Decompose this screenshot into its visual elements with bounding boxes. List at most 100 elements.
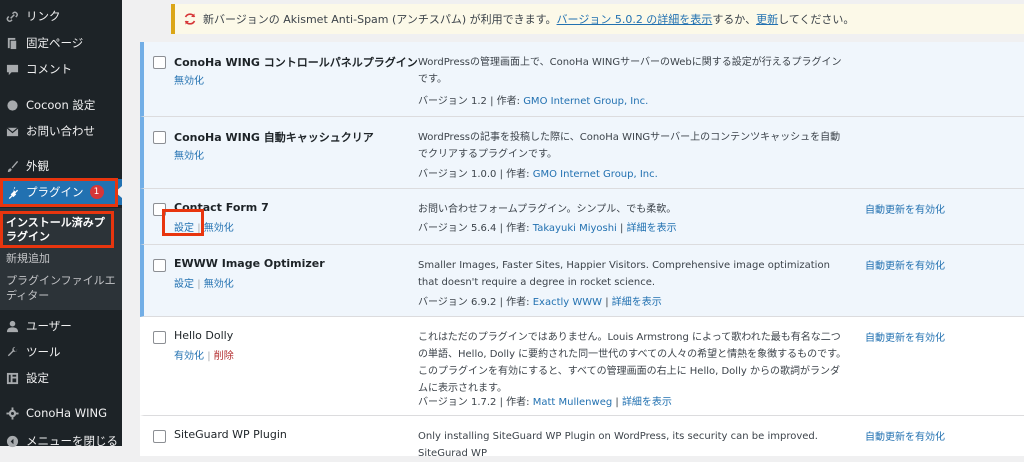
author-link[interactable]: GMO Internet Group, Inc. <box>533 169 658 180</box>
plugin-meta: バージョン 1.7.2 | 作者: Matt Mullenweg | 詳細を表示 <box>418 397 672 408</box>
plugin-actions: 設定 | 無効化 <box>174 279 234 290</box>
menu-links[interactable]: リンク <box>0 3 122 29</box>
plugin-version: バージョン 1.7.2 <box>418 397 497 408</box>
plugin-description: これはただのプラグインではありません。Louis Armstrong によって歌… <box>418 332 847 394</box>
mail-icon <box>5 124 19 138</box>
plugin-description: WordPressの記事を投稿した際に、ConoHa WINGサーバー上のコンテ… <box>418 132 841 160</box>
menu-comments[interactable]: コメント <box>0 56 122 82</box>
plugin-version: バージョン 1.0.0 <box>418 169 497 180</box>
menu-users[interactable]: ユーザー <box>0 313 122 339</box>
plugin-version: バージョン 1.2 <box>418 96 487 107</box>
menu-label: ツール <box>26 345 61 359</box>
plugin-meta: バージョン 5.6.4 | 作者: Takayuki Miyoshi | 詳細を… <box>418 223 677 234</box>
view-details-link[interactable]: 詳細を表示 <box>622 397 672 408</box>
highlight-box-installed <box>0 211 114 248</box>
plugin-name: ConoHa WING 自動キャッシュクリア <box>174 131 374 144</box>
menu-label: Cocoon 設定 <box>26 98 96 112</box>
author-link[interactable]: GMO Internet Group, Inc. <box>523 96 648 107</box>
menu-tools[interactable]: ツール <box>0 339 122 365</box>
plugin-version: バージョン 6.9.2 <box>418 297 497 308</box>
plugin-row: ConoHa WING 自動キャッシュクリア 無効化 WordPressの記事を… <box>140 117 1024 189</box>
author-link[interactable]: Takayuki Miyoshi <box>533 223 617 234</box>
enable-auto-update-link[interactable]: 自動更新を有効化 <box>865 428 945 443</box>
author-link[interactable]: Matt Mullenweg <box>533 397 612 408</box>
notice-text: 新バージョンの Akismet Anti-Spam (アンチスパム) が利用でき… <box>203 13 557 26</box>
view-version-details-link[interactable]: バージョン 5.0.2 の詳細を表示 <box>557 11 713 27</box>
plugin-actions: 無効化 <box>174 147 204 162</box>
submenu-plugin-editor[interactable]: プラグインファイルエディター <box>6 273 118 303</box>
plugin-name: EWWW Image Optimizer <box>174 257 325 270</box>
author-label: 作者: <box>496 96 520 107</box>
plugin-meta: バージョン 1.0.0 | 作者: GMO Internet Group, In… <box>418 169 658 180</box>
menu-conoha-wing[interactable]: ConoHa WING <box>0 400 122 426</box>
menu-label: 外観 <box>26 159 49 173</box>
plugin-description: WordPressの管理画面上で、ConoHa WINGサーバーのWebに関する… <box>418 57 842 85</box>
menu-label: 設定 <box>26 371 49 385</box>
highlight-box-settings <box>162 209 204 236</box>
menu-label: ConoHa WING <box>26 406 108 420</box>
plugin-meta: バージョン 6.9.2 | 作者: Exactly WWW | 詳細を表示 <box>418 297 662 308</box>
plugin-checkbox[interactable] <box>153 331 166 344</box>
notice-text: してください。 <box>778 13 855 26</box>
plugin-description: Smaller Images, Faster Sites, Happier Vi… <box>418 260 830 288</box>
plugin-version: バージョン 5.6.4 <box>418 223 497 234</box>
menu-label: ユーザー <box>26 319 72 333</box>
plugin-checkbox[interactable] <box>153 56 166 69</box>
author-label: 作者: <box>506 223 530 234</box>
menu-label: コメント <box>26 62 72 76</box>
plugin-description: お問い合わせフォームプラグイン。シンプル、でも柔軟。 <box>418 204 677 215</box>
plugin-name: SiteGuard WP Plugin <box>174 428 287 441</box>
user-icon <box>5 319 19 333</box>
page-icon <box>5 36 19 50</box>
admin-sidebar: リンク 固定ページ コメント Cocoon 設定 お問い合わせ 外観 プラグイン… <box>0 0 122 448</box>
author-label: 作者: <box>506 397 530 408</box>
enable-auto-update-link[interactable]: 自動更新を有効化 <box>865 201 945 216</box>
settings-icon <box>5 371 19 385</box>
author-label: 作者: <box>506 169 530 180</box>
view-details-link[interactable]: 詳細を表示 <box>612 297 662 308</box>
author-label: 作者: <box>506 297 530 308</box>
enable-auto-update-link[interactable]: 自動更新を有効化 <box>865 257 945 272</box>
deactivate-link[interactable]: 無効化 <box>174 76 204 87</box>
notice-text: するか、 <box>712 13 757 26</box>
comment-icon <box>5 62 19 76</box>
view-details-link[interactable]: 詳細を表示 <box>627 223 677 234</box>
menu-label: リンク <box>26 9 61 23</box>
menu-label: 固定ページ <box>26 36 84 50</box>
plugin-row: SiteGuard WP Plugin Only installing Site… <box>140 416 1024 459</box>
enable-auto-update-link[interactable]: 自動更新を有効化 <box>865 329 945 344</box>
menu-pages[interactable]: 固定ページ <box>0 30 122 56</box>
menu-settings[interactable]: 設定 <box>0 365 122 391</box>
plugin-actions: 無効化 <box>174 72 204 87</box>
menu-label: メニューを閉じる <box>26 434 118 448</box>
delete-link[interactable]: 削除 <box>214 351 234 362</box>
submenu-add-new[interactable]: 新規追加 <box>6 252 50 266</box>
menu-cocoon[interactable]: Cocoon 設定 <box>0 92 122 118</box>
menu-collapse[interactable]: メニューを閉じる <box>0 428 122 454</box>
plugin-checkbox[interactable] <box>153 430 166 443</box>
plugin-meta: バージョン 1.2 | 作者: GMO Internet Group, Inc. <box>418 96 649 107</box>
plugin-checkbox[interactable] <box>153 131 166 144</box>
activate-link[interactable]: 有効化 <box>174 351 204 362</box>
deactivate-link[interactable]: 無効化 <box>204 279 234 290</box>
update-icon <box>184 13 196 25</box>
menu-appearance[interactable]: 外観 <box>0 153 122 179</box>
highlight-box-plugins <box>0 178 118 207</box>
circle-icon <box>5 98 19 112</box>
menu-label: お問い合わせ <box>26 124 95 138</box>
menu-contact[interactable]: お問い合わせ <box>0 118 122 144</box>
brush-icon <box>5 159 19 173</box>
plugin-name: ConoHa WING コントロールパネルプラグイン <box>174 56 418 69</box>
plugin-description: Only installing SiteGuard WP Plugin on W… <box>418 431 818 459</box>
wrench-icon <box>5 345 19 359</box>
plugin-row: ConoHa WING コントロールパネルプラグイン 無効化 WordPress… <box>140 42 1024 117</box>
settings-link[interactable]: 設定 <box>174 279 194 290</box>
plugin-checkbox[interactable] <box>153 259 166 272</box>
author-link[interactable]: Exactly WWW <box>533 297 602 308</box>
plugin-name: Hello Dolly <box>174 329 234 342</box>
plugin-row: Contact Form 7 設定 | 無効化 お問い合わせフォームプラグイン。… <box>140 189 1024 245</box>
update-now-link[interactable]: 更新 <box>756 11 778 27</box>
deactivate-link[interactable]: 無効化 <box>174 151 204 162</box>
plugin-row: Hello Dolly 有効化 | 削除 これはただのプラグインではありません。… <box>140 317 1024 416</box>
deactivate-link[interactable]: 無効化 <box>204 223 234 234</box>
